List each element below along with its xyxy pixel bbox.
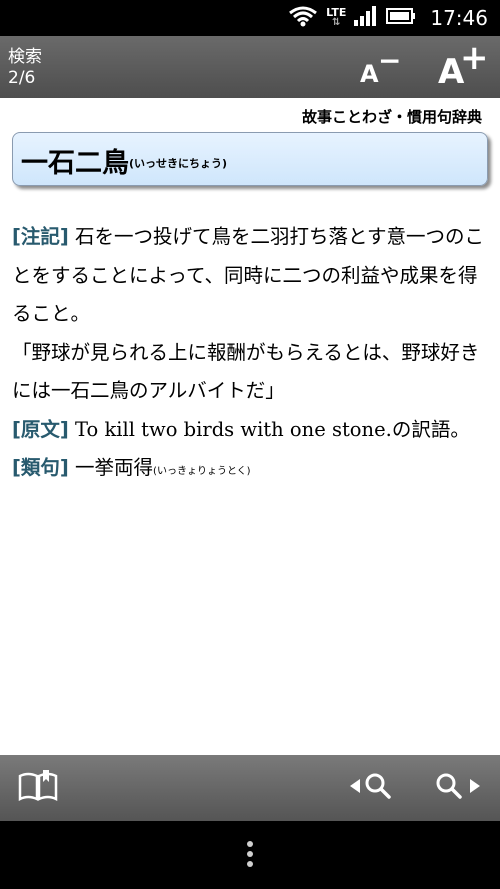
origin-label: [原文] xyxy=(12,417,69,441)
page-title: 検索 xyxy=(8,47,42,67)
note-label: [注記] xyxy=(12,225,69,248)
menu-dots-icon[interactable] xyxy=(244,841,256,871)
headword-box: 一石二鳥 (いっせきにちょう) xyxy=(12,132,488,186)
headword-reading: (いっせきにちょう) xyxy=(129,157,228,170)
clock: 17:46 xyxy=(430,6,488,30)
origin-paragraph: [原文] To kill two birds with one stone.の訳… xyxy=(12,411,488,450)
origin-english: To kill two birds with one stone. xyxy=(75,417,392,441)
bottom-toolbar xyxy=(0,755,500,821)
search-next-icon xyxy=(434,771,484,805)
navigation-bar xyxy=(0,821,500,889)
wifi-icon xyxy=(288,5,318,31)
entry-body: [注記] 石を一つ投げて鳥を二羽打ち落とす意一つのことをすることによって、同時に… xyxy=(12,218,488,492)
search-prev-icon xyxy=(348,771,398,805)
search-next-button[interactable] xyxy=(434,755,488,821)
origin-suffix: の訳語。 xyxy=(391,417,470,441)
example-paragraph: 「野球が見られる上に報酬がもらえるとは、野球好きには一石二鳥のアルバイトだ」 xyxy=(12,334,488,411)
note-text: 石を一つ投げて鳥を二羽打ち落とす意一つのことをすることによって、同時に二つの利益… xyxy=(12,225,484,325)
font-smaller-icon: A xyxy=(360,60,379,88)
app-header: 検索 2/6 A − A + xyxy=(0,36,500,98)
similar-label: [類句] xyxy=(12,456,69,479)
status-icons: LTE ⇅ 17:46 xyxy=(288,0,488,36)
font-smaller-button[interactable]: A − xyxy=(352,42,412,94)
font-larger-button[interactable]: A + xyxy=(430,38,490,94)
entry-content[interactable]: 故事ことわざ・慣用句辞典 一石二鳥 (いっせきにちょう) [注記] 石を一つ投げ… xyxy=(0,98,500,755)
bookmark-button[interactable] xyxy=(18,755,68,821)
headword: 一石二鳥 xyxy=(21,148,129,179)
signal-icon xyxy=(354,6,378,30)
note-paragraph: [注記] 石を一つ投げて鳥を二羽打ち落とす意一つのことをすることによって、同時に… xyxy=(12,218,488,334)
lte-data-icon: LTE ⇅ xyxy=(326,6,347,28)
result-position: 2/6 xyxy=(8,68,36,88)
search-prev-button[interactable] xyxy=(348,755,402,821)
book-icon xyxy=(18,770,58,806)
similar-paragraph: [類句] 一挙両得(いっきょりょうとく) xyxy=(12,449,488,492)
battery-icon xyxy=(386,7,416,29)
similar-reading: (いっきょりょうとく) xyxy=(153,466,251,477)
status-bar: LTE ⇅ 17:46 xyxy=(0,0,500,36)
similar-word: 一挙両得 xyxy=(75,456,154,479)
example-text: 「野球が見られる上に報酬がもらえるとは、野球好きには一石二鳥のアルバイトだ」 xyxy=(12,340,480,403)
dictionary-name: 故事ことわざ・慣用句辞典 xyxy=(301,108,482,126)
